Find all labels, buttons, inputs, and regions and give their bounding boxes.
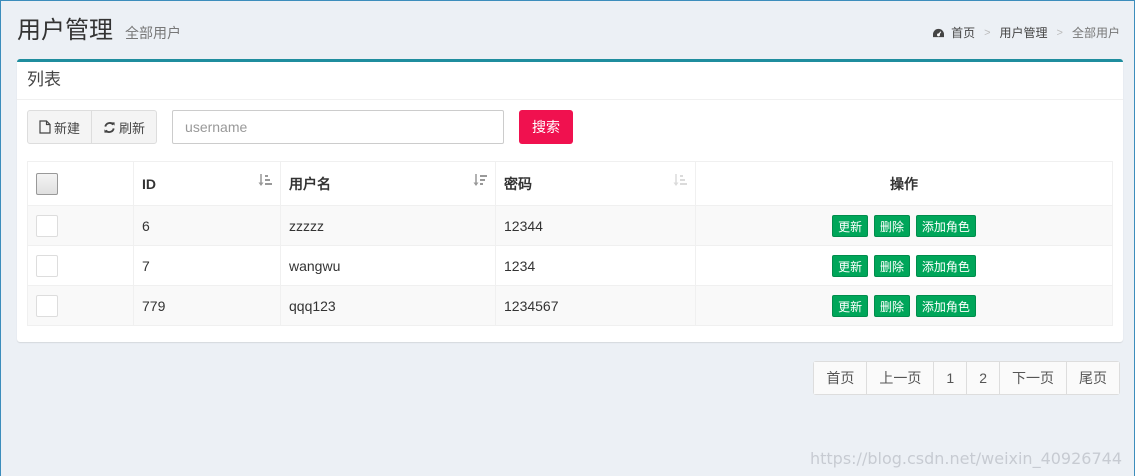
column-header-id[interactable]: ID	[133, 161, 281, 206]
select-all-header	[27, 161, 134, 206]
row-checkbox[interactable]	[36, 254, 58, 277]
box-header: 列表	[17, 62, 1123, 100]
column-header-password[interactable]: 密码	[495, 161, 696, 206]
column-header-username-label: 用户名	[289, 175, 331, 192]
cell-password: 1234	[495, 245, 696, 286]
cell-actions: 更新 删除 添加角色	[695, 285, 1113, 326]
box-title: 列表	[27, 70, 61, 89]
refresh-button[interactable]: 刷新	[92, 111, 156, 143]
new-button[interactable]: 新建	[28, 111, 93, 143]
cell-username: qqq123	[280, 285, 496, 326]
cell-username: zzzzz	[280, 205, 496, 246]
row-checkbox[interactable]	[36, 214, 58, 237]
page-last-button[interactable]: 尾页	[1067, 362, 1119, 394]
cell-id: 779	[133, 285, 281, 326]
list-box: 列表 新建 刷新 username 搜索 ID 用户名 密码 操作 6 zzzz…	[17, 59, 1123, 342]
delete-button[interactable]: 删除	[873, 254, 910, 277]
page-first-button[interactable]: 首页	[814, 362, 868, 394]
table-row: 779 qqq123 1234567 更新 删除 添加角色	[27, 285, 1113, 326]
column-header-actions: 操作	[695, 161, 1113, 206]
add-role-button[interactable]: 添加角色	[915, 214, 976, 237]
user-table: ID 用户名 密码 操作 6 zzzzz 12344 更新 删除 添加角色 7 …	[27, 161, 1113, 326]
search-button[interactable]: 搜索	[519, 110, 574, 144]
page-1-button[interactable]: 1	[934, 362, 968, 394]
add-role-button[interactable]: 添加角色	[915, 254, 976, 277]
table-row: 6 zzzzz 12344 更新 删除 添加角色	[27, 205, 1113, 246]
column-header-password-label: 密码	[504, 175, 532, 192]
update-button[interactable]: 更新	[832, 214, 869, 237]
breadcrumb-current: 全部用户	[1071, 26, 1120, 40]
dashboard-icon	[933, 28, 945, 37]
page-header: 用户管理 全部用户 首页 > 用户管理 > 全部用户	[17, 15, 1120, 49]
column-header-id-label: ID	[142, 175, 156, 192]
cell-actions: 更新 删除 添加角色	[695, 245, 1113, 286]
refresh-button-label: 刷新	[119, 120, 146, 136]
delete-button[interactable]: 删除	[873, 214, 910, 237]
page-title: 用户管理	[17, 17, 113, 44]
page-2-button[interactable]: 2	[967, 362, 1000, 394]
table-header-row: ID 用户名 密码 操作	[27, 161, 1113, 206]
breadcrumb-separator: >	[984, 27, 991, 39]
add-role-button[interactable]: 添加角色	[915, 294, 976, 317]
page-next-button[interactable]: 下一页	[1000, 362, 1067, 394]
cell-id: 7	[133, 245, 281, 286]
update-button[interactable]: 更新	[832, 294, 869, 317]
row-checkbox-cell	[27, 205, 134, 246]
breadcrumb-user-management-link[interactable]: 用户管理	[1000, 23, 1048, 43]
new-button-label: 新建	[54, 120, 81, 136]
refresh-icon	[104, 121, 115, 133]
action-button-group: 新建 刷新	[27, 110, 158, 144]
cell-password: 12344	[495, 205, 696, 246]
page-prev-button[interactable]: 上一页	[867, 362, 935, 394]
breadcrumb-separator: >	[1056, 27, 1063, 39]
column-header-username[interactable]: 用户名	[280, 161, 496, 206]
cell-username: wangwu	[280, 245, 496, 286]
sort-desc-icon[interactable]	[473, 173, 487, 187]
breadcrumb: 首页 > 用户管理 > 全部用户	[932, 23, 1120, 43]
sort-icon[interactable]	[673, 173, 687, 187]
select-all-checkbox[interactable]	[36, 172, 58, 195]
cell-password: 1234567	[495, 285, 696, 326]
page-subtitle: 全部用户	[125, 25, 181, 41]
update-button[interactable]: 更新	[832, 254, 869, 277]
sort-asc-icon[interactable]	[258, 173, 272, 187]
row-checkbox[interactable]	[36, 294, 58, 317]
file-icon	[39, 120, 51, 134]
cell-actions: 更新 删除 添加角色	[695, 205, 1113, 246]
username-search-input[interactable]	[172, 110, 505, 144]
toolbar: 新建 刷新 搜索	[27, 110, 574, 144]
table-row: 7 wangwu 1234 更新 删除 添加角色	[27, 245, 1113, 286]
app-frame: 用户管理 全部用户 首页 > 用户管理 > 全部用户 列表 新建 刷新 user…	[0, 0, 1135, 476]
breadcrumb-home-link[interactable]: 首页	[951, 23, 975, 43]
row-checkbox-cell	[27, 245, 134, 286]
row-checkbox-cell	[27, 285, 134, 326]
pagination: 首页 上一页 1 2 下一页 尾页	[813, 361, 1120, 395]
watermark: https://blog.csdn.net/weixin_40926744	[809, 449, 1122, 468]
delete-button[interactable]: 删除	[873, 294, 910, 317]
cell-id: 6	[133, 205, 281, 246]
